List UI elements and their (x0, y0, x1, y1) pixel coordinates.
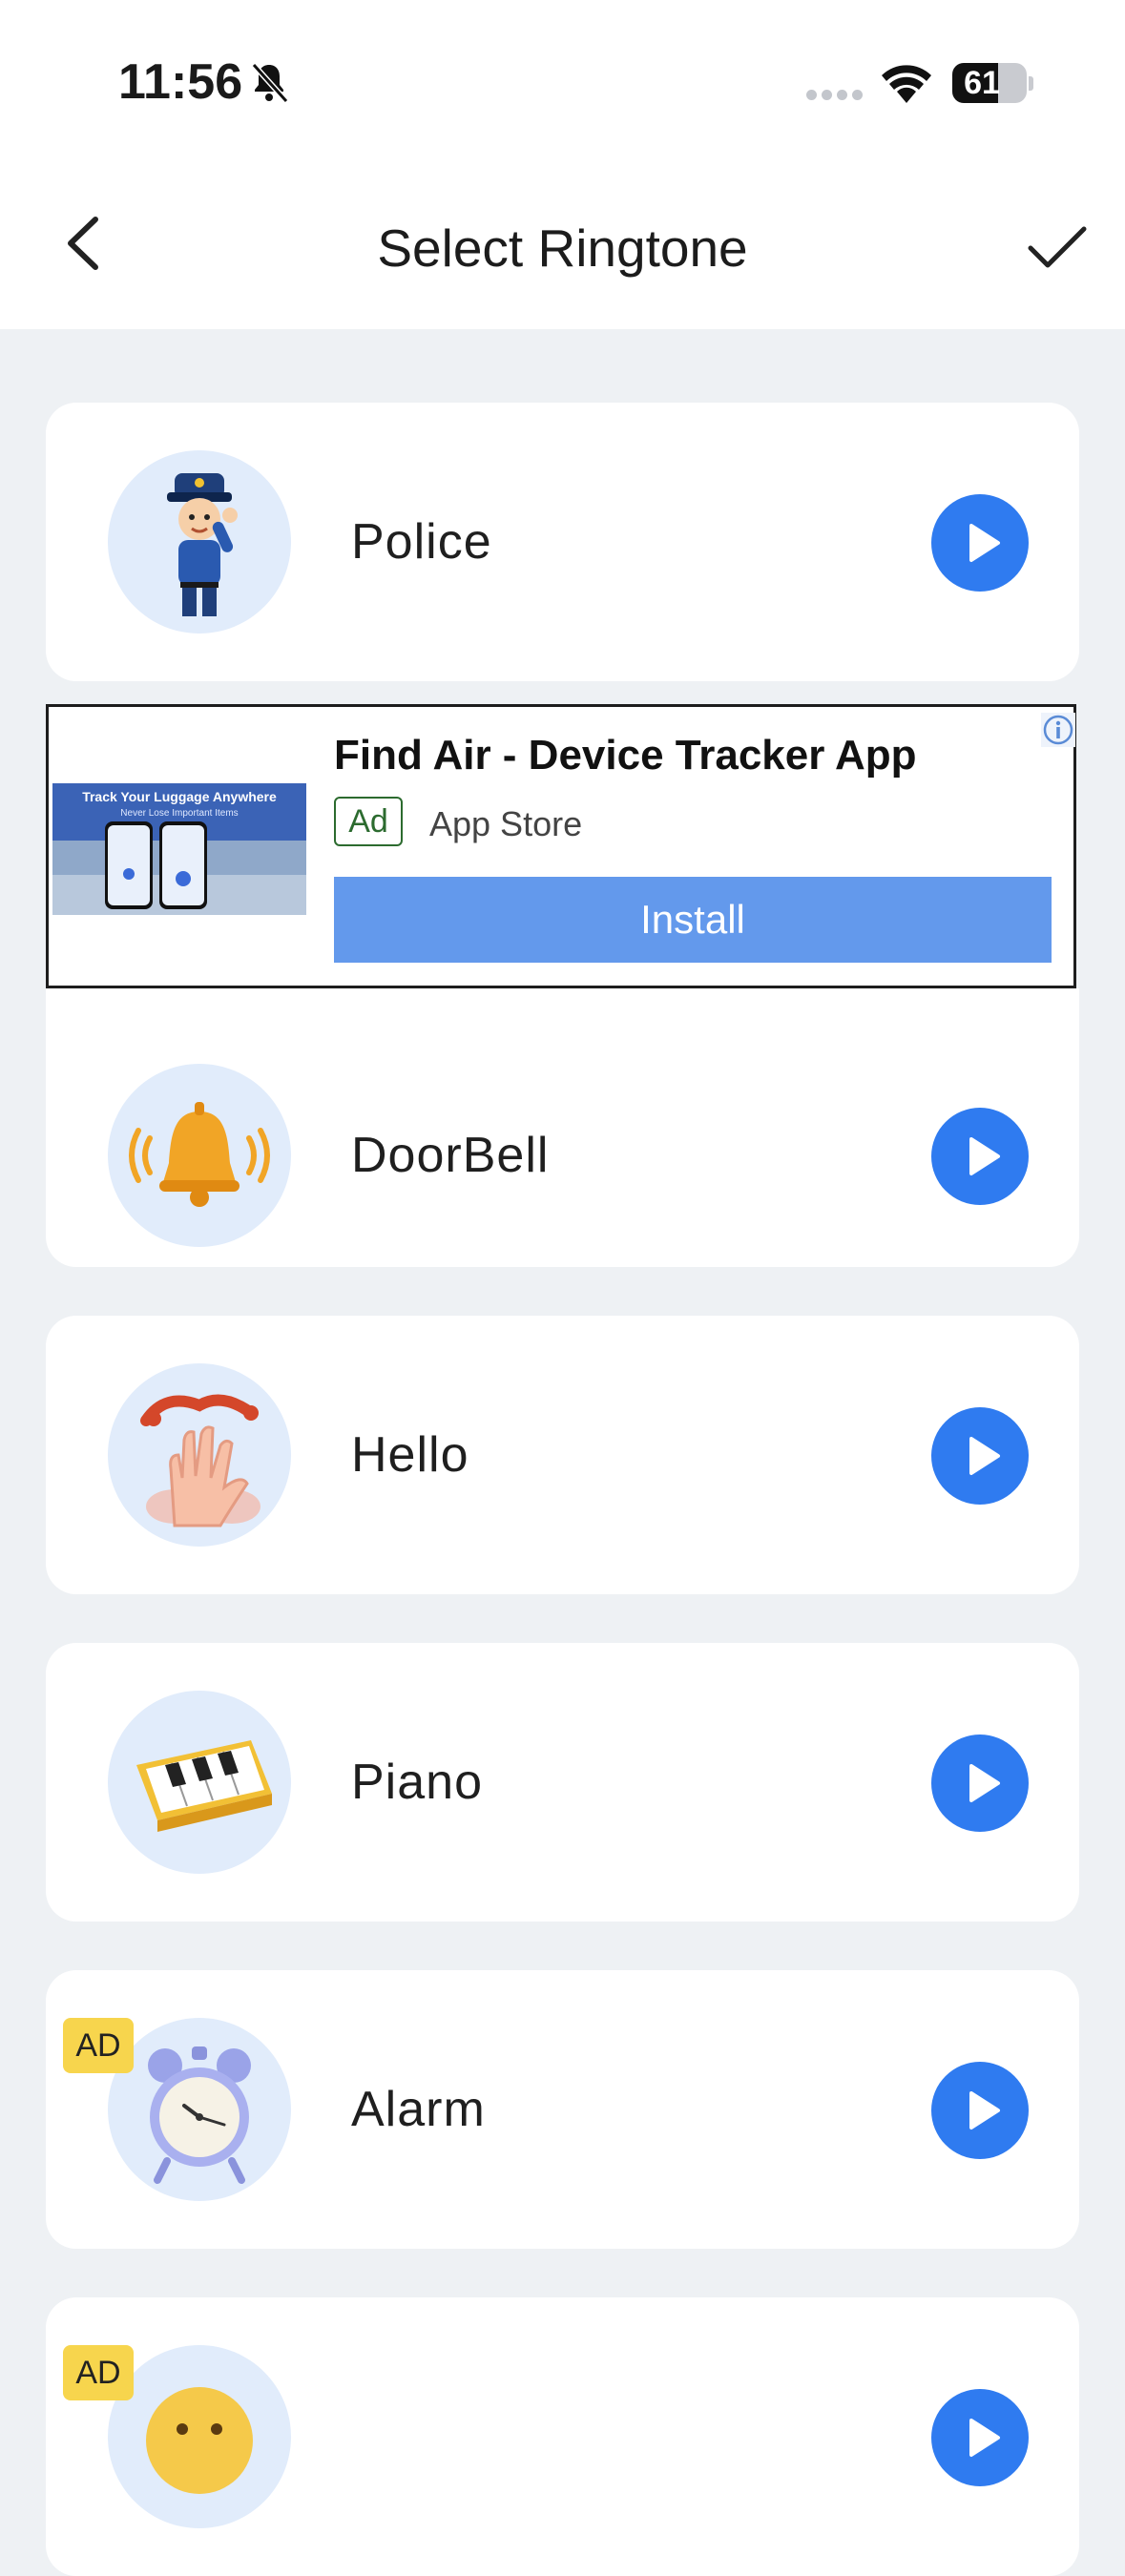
play-button[interactable] (931, 1108, 1029, 1205)
alarm-clock-icon (108, 2018, 291, 2201)
battery-tip (1029, 76, 1033, 91)
ad-banner[interactable]: Track Your Luggage Anywhere Never Lose I… (46, 704, 1076, 988)
play-button[interactable] (931, 2062, 1029, 2159)
ad-image-caption: Track Your Luggage Anywhere (82, 789, 277, 804)
ringtone-card-alarm[interactable]: AD Alarm (46, 1970, 1079, 2249)
ringtone-card-police[interactable]: Police (46, 403, 1079, 681)
waving-hand-icon (108, 1363, 291, 1547)
wifi-icon (882, 65, 931, 103)
status-bar: 11:56 61 (0, 0, 1125, 162)
play-button[interactable] (931, 1735, 1029, 1832)
ringtone-card-smiley[interactable]: AD (46, 2297, 1079, 2576)
ringtone-label: Piano (351, 1755, 483, 1810)
play-button[interactable] (931, 494, 1029, 592)
play-icon (969, 1437, 1000, 1475)
piano-keys-icon (108, 1691, 291, 1874)
ringtone-label: Hello (351, 1427, 469, 1483)
bell-muted-icon (251, 62, 289, 104)
police-officer-icon (108, 450, 291, 634)
play-icon (969, 2091, 1000, 2129)
ringtone-card-hello[interactable]: Hello (46, 1316, 1079, 1594)
doorbell-icon (108, 1064, 291, 1247)
ad-source: App Store (429, 804, 583, 843)
ringtone-label: Police (351, 514, 492, 570)
cellular-signal-icon (806, 88, 867, 105)
battery-percentage: 61 (964, 65, 1000, 101)
ringtone-card-doorbell[interactable]: DoorBell (46, 988, 1079, 1267)
ad-title[interactable]: Find Air - Device Tracker App (334, 732, 916, 779)
ad-image-subcaption: Never Lose Important Items (120, 808, 239, 819)
confirm-button[interactable] (1021, 210, 1094, 282)
ringtone-label: DoorBell (351, 1128, 550, 1183)
ringtone-label: Alarm (351, 2082, 486, 2137)
ad-badge: AD (63, 2345, 134, 2400)
play-icon (969, 1764, 1000, 1802)
play-icon (969, 2419, 1000, 2457)
battery-indicator: 61 (952, 63, 1027, 103)
smiley-face-icon (108, 2345, 291, 2528)
play-button[interactable] (931, 2389, 1029, 2486)
play-button[interactable] (931, 1407, 1029, 1505)
ad-image[interactable]: Track Your Luggage Anywhere Never Lose I… (52, 783, 306, 915)
ad-tag: Ad (334, 797, 403, 846)
ad-badge: AD (63, 2018, 134, 2073)
play-icon (969, 1137, 1000, 1175)
play-icon (969, 524, 1000, 562)
info-icon[interactable] (1041, 713, 1075, 747)
navigation-bar: Select Ringtone (0, 162, 1125, 329)
ringtone-card-piano[interactable]: Piano (46, 1643, 1079, 1922)
page-title: Select Ringtone (377, 218, 748, 278)
status-time: 11:56 (118, 54, 243, 110)
install-button[interactable]: Install (334, 877, 1052, 963)
